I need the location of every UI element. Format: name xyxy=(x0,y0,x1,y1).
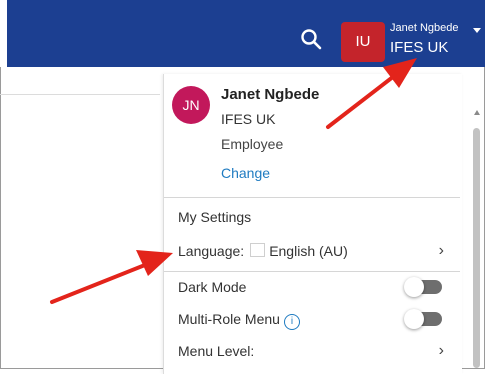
header-user-org: IFES UK xyxy=(390,39,449,56)
top-bar-edge xyxy=(0,0,7,67)
menu-level-label: Menu Level: xyxy=(178,343,255,359)
avatar: JN xyxy=(172,86,210,124)
multi-role-menu-label: Multi-Role Menu xyxy=(178,311,280,327)
search-icon[interactable] xyxy=(300,28,322,50)
toggle-knob xyxy=(404,277,424,297)
profile-role: Employee xyxy=(221,136,284,152)
my-settings-label: My Settings xyxy=(178,209,252,225)
menu-divider xyxy=(164,197,460,198)
scrollbar-thumb[interactable] xyxy=(473,128,480,368)
scroll-up-arrow-icon[interactable] xyxy=(474,110,480,115)
top-bar: IU Janet Ngbede IFES UK xyxy=(0,0,485,67)
menu-level-item[interactable]: Menu Level: › xyxy=(178,338,448,364)
dark-mode-toggle[interactable] xyxy=(404,277,442,297)
page-divider xyxy=(0,94,160,95)
my-settings-item[interactable]: My Settings xyxy=(178,204,448,230)
dark-mode-item: Dark Mode xyxy=(178,274,448,300)
info-icon[interactable]: i xyxy=(283,314,300,330)
profile-org: IFES UK xyxy=(221,111,276,127)
header-user-name: Janet Ngbede xyxy=(390,22,459,34)
org-badge[interactable]: IU xyxy=(341,22,385,62)
language-item[interactable]: Language: English (AU) › xyxy=(178,238,448,264)
dark-mode-label: Dark Mode xyxy=(178,279,247,295)
chevron-right-icon: › xyxy=(438,242,444,259)
menu-divider xyxy=(164,271,460,272)
user-menu-trigger[interactable]: Janet Ngbede IFES UK xyxy=(390,22,459,56)
multi-role-menu-toggle[interactable] xyxy=(404,309,442,329)
caret-down-icon[interactable] xyxy=(473,28,481,33)
chevron-right-icon: › xyxy=(438,342,444,359)
user-dropdown-menu: JN Janet Ngbede IFES UK Employee Change … xyxy=(163,74,462,374)
toggle-knob xyxy=(404,309,424,329)
language-flag-icon xyxy=(250,243,266,257)
multi-role-menu-item: Multi-Role Menu i xyxy=(178,306,448,332)
language-label: Language: xyxy=(178,243,245,259)
profile-name: Janet Ngbede xyxy=(221,86,320,103)
language-value: English (AU) xyxy=(269,243,348,259)
change-link[interactable]: Change xyxy=(221,165,270,181)
